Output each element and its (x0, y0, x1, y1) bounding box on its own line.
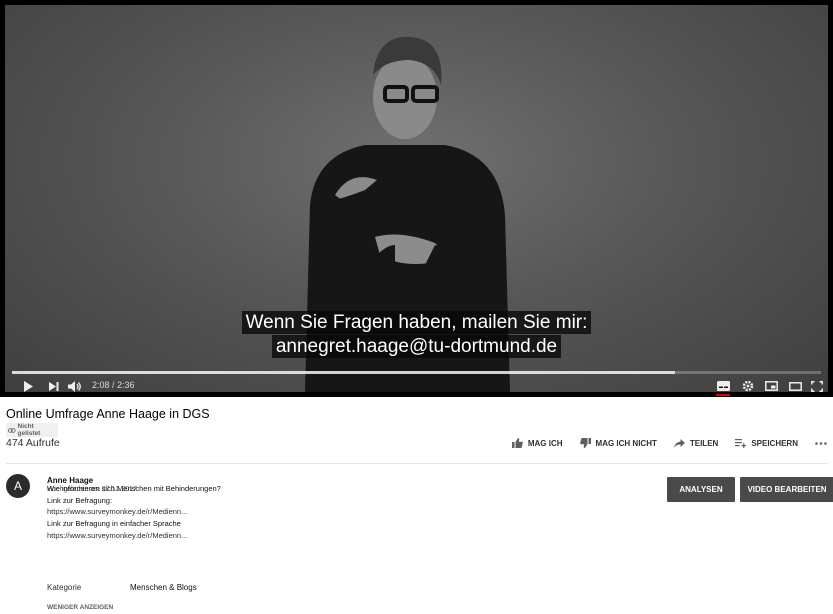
player-controls: 2:08 / 2:36 (0, 376, 833, 396)
analytics-button[interactable]: ANALYSEN (667, 477, 735, 502)
next-icon[interactable] (47, 378, 61, 394)
share-button[interactable]: TEILEN (673, 438, 719, 448)
visibility-label: Nicht gelistet (17, 423, 41, 437)
avatar[interactable]: A (6, 474, 30, 498)
subtitles-icon[interactable] (716, 378, 730, 396)
save-button[interactable]: SPEICHERN (735, 438, 798, 448)
description-link[interactable]: https://www.surveymonkey.de/r/Medienn... (47, 506, 221, 518)
caption-line-1: Wenn Sie Fragen haben, mailen Sie mir: (241, 311, 592, 334)
category-value[interactable]: Menschen & Blogs (130, 583, 197, 592)
action-bar: MAG ICH MAG ICH NICHT TEILEN SPEICHERN (495, 438, 832, 448)
divider (6, 463, 828, 464)
edit-video-button[interactable]: VIDEO BEARBEITEN (740, 477, 833, 502)
video-player[interactable]: Wenn Sie Fragen haben, mailen Sie mir: a… (0, 0, 833, 397)
miniplayer-icon[interactable] (764, 378, 778, 394)
link-icon (8, 427, 16, 433)
thumbs-down-icon (579, 438, 591, 448)
like-label: MAG ICH (527, 438, 563, 448)
play-icon[interactable] (21, 378, 35, 394)
visibility-badge: Nicht gelistet (6, 423, 58, 437)
video-meta: Online Umfrage Anne Haage in DGS Nicht g… (6, 407, 828, 449)
description-line: Link zur Befragung: (47, 495, 113, 505)
more-actions-button[interactable] (815, 441, 832, 445)
share-icon (673, 438, 685, 448)
thumbs-up-icon (511, 438, 523, 448)
more-horizontal-icon (815, 441, 827, 445)
captions: Wenn Sie Fragen haben, mailen Sie mir: a… (0, 311, 833, 359)
view-count: 474 Aufrufe (6, 437, 60, 449)
save-label: SPEICHERN (751, 438, 798, 448)
share-label: TEILEN (689, 438, 719, 448)
playlist-add-icon (735, 438, 747, 448)
theater-icon[interactable] (788, 378, 802, 394)
video-title: Online Umfrage Anne Haage in DGS (6, 407, 210, 421)
like-button[interactable]: MAG ICH (511, 438, 563, 448)
progress-bar[interactable] (12, 371, 821, 374)
description: Wie informieren sich Menschen mit Behind… (47, 483, 221, 542)
settings-icon[interactable] (740, 378, 756, 394)
description-link[interactable]: https://www.surveymonkey.de/r/Medienn... (47, 530, 221, 542)
volume-icon[interactable] (67, 378, 83, 394)
time-display: 2:08 / 2:36 (92, 380, 135, 390)
category-row: Kategorie Menschen & Blogs (47, 583, 197, 592)
fullscreen-icon[interactable] (810, 378, 824, 394)
category-label: Kategorie (47, 583, 82, 592)
description-line: Wie informieren sich Menschen mit Behind… (47, 484, 221, 493)
description-line: Link zur Befragung in einfacher Sprache (47, 519, 181, 529)
show-less-button[interactable]: WENIGER ANZEIGEN (47, 604, 113, 611)
dislike-label: MAG ICH NICHT (595, 438, 657, 448)
progress-fill (12, 371, 676, 374)
caption-line-2: annegret.haage@tu-dortmund.de (271, 335, 562, 358)
dislike-button[interactable]: MAG ICH NICHT (579, 438, 657, 448)
